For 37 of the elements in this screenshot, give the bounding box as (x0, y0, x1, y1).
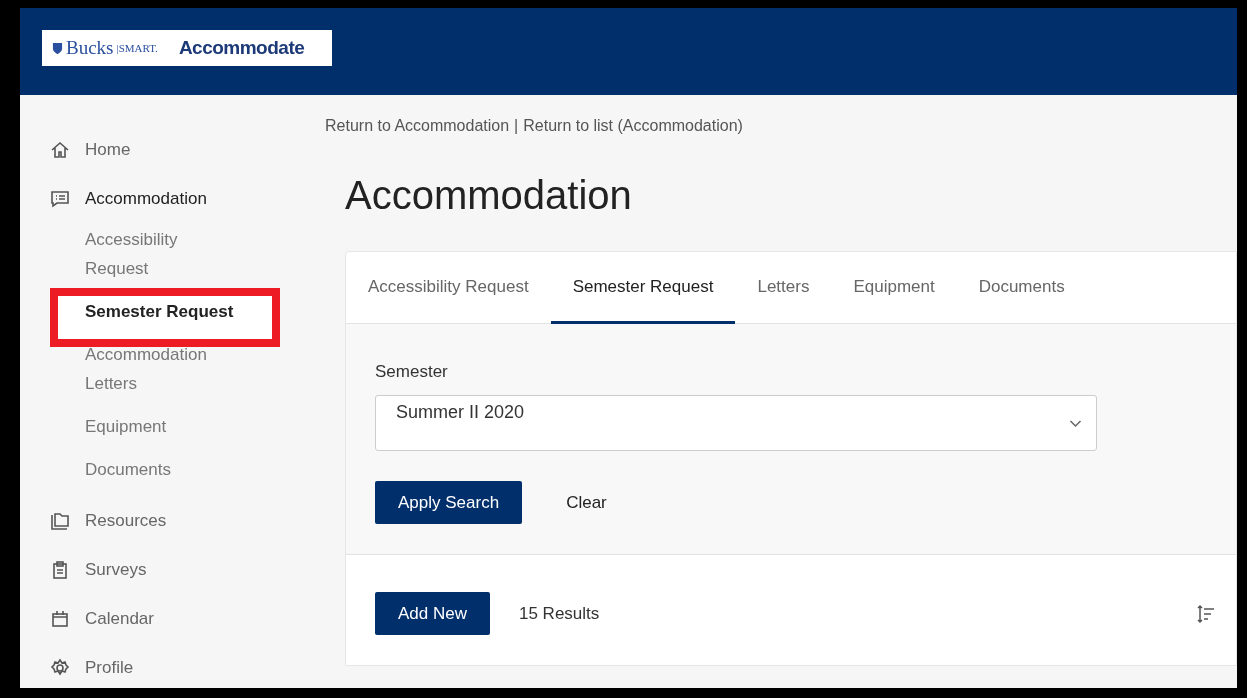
chat-icon (50, 188, 70, 209)
clear-button[interactable]: Clear (552, 486, 621, 519)
nav-item[interactable]: Resources (50, 496, 300, 545)
tab[interactable]: Equipment (831, 252, 957, 324)
folder-icon (50, 510, 70, 531)
nav-item[interactable]: Home (50, 125, 300, 174)
nav-subitem[interactable]: Accommodation Letters (85, 340, 235, 398)
logo-text: Accommodate (178, 37, 305, 59)
tab[interactable]: Documents (956, 252, 1087, 324)
breadcrumb-link[interactable]: Return to list (Accommodation) (523, 117, 743, 135)
semester-dropdown[interactable]: Summer II 2020 (375, 395, 1097, 451)
calendar-icon (50, 608, 70, 629)
shield-icon (52, 41, 63, 55)
add-new-button[interactable]: Add New (375, 592, 490, 635)
logo-text: Bucks (66, 37, 114, 59)
nav-item[interactable]: Accommodation (50, 174, 300, 223)
chevron-down-icon (1069, 420, 1082, 428)
nav-item[interactable]: Surveys (50, 545, 300, 594)
results-count: 15 Results (519, 603, 601, 624)
home-icon (50, 139, 70, 160)
sort-icon[interactable] (1196, 603, 1216, 624)
clipboard-icon (50, 559, 70, 580)
nav-subitem[interactable]: Semester Request (85, 297, 235, 326)
field-label: Semester (375, 362, 449, 382)
breadcrumb-separator: | (514, 117, 519, 135)
breadcrumb-link[interactable]: Return to Accommodation (325, 117, 510, 135)
nav-item[interactable]: Calendar (50, 594, 300, 643)
apply-search-button[interactable]: Apply Search (375, 481, 523, 524)
tab[interactable]: Letters (735, 252, 832, 324)
logo-text: |SMART. (116, 42, 158, 54)
page-title: Accommodation (345, 173, 633, 219)
tab[interactable]: Accessibility Request (346, 252, 551, 324)
nav-subitem[interactable]: Documents (85, 455, 235, 484)
nav-subitem[interactable]: Equipment (85, 412, 235, 441)
nav-item[interactable]: Profile (50, 643, 300, 688)
nav-subitem[interactable]: Accessibility Request (85, 225, 235, 283)
settings-icon (50, 657, 70, 678)
